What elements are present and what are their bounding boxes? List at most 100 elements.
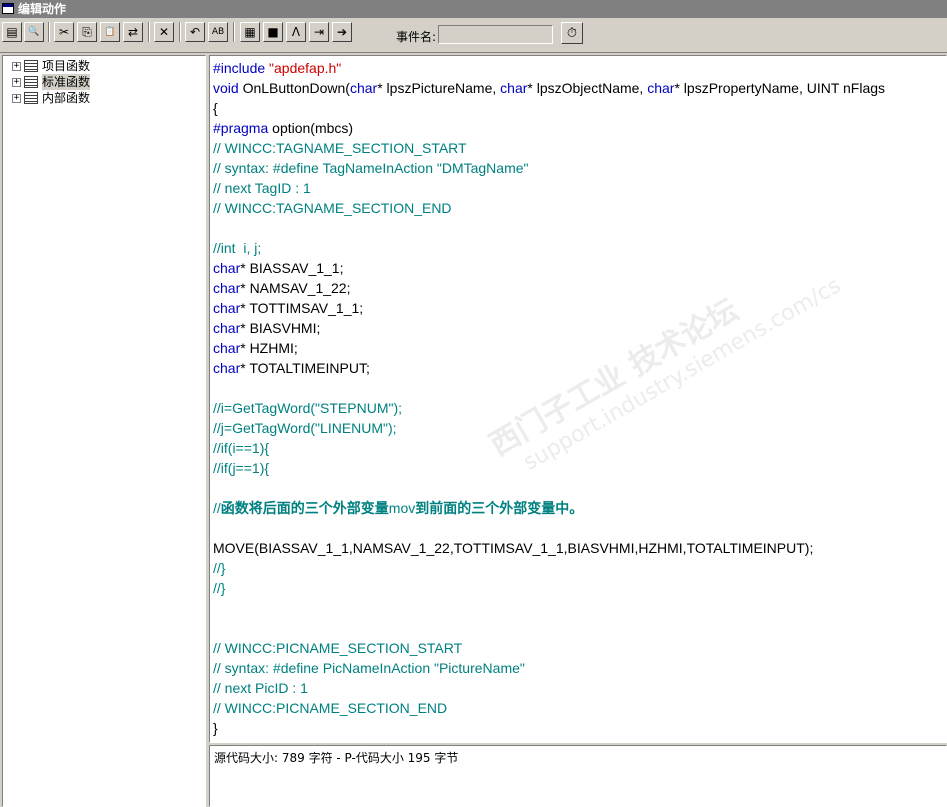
- code-line: //i=GetTagWord("STEPNUM");: [213, 398, 402, 418]
- code-line: MOVE(BIASSAV_1_1,NAMSAV_1_22,TOTTIMSAV_1…: [213, 538, 813, 558]
- code-line: // syntax: #define PicNameInAction "Pict…: [213, 658, 525, 678]
- tag-select-icon: ▦: [244, 25, 256, 39]
- code-token: * lpszObjectName,: [527, 80, 648, 96]
- code-token: * lpszPropertyName, UINT nFlags: [674, 80, 886, 96]
- code-token: char: [647, 80, 675, 96]
- abc-button[interactable]: AB: [208, 22, 228, 42]
- code-line: // next PicID : 1: [213, 678, 308, 698]
- tree-item[interactable]: + 内部函数: [12, 90, 90, 106]
- code-line: // WINCC:PICNAME_SECTION_END: [213, 698, 447, 718]
- delete-icon: ✕: [158, 25, 170, 39]
- library-icon: [24, 60, 38, 72]
- code-token: char: [213, 360, 241, 376]
- import-button[interactable]: ⇥: [309, 22, 329, 42]
- tree-item[interactable]: + 项目函数: [12, 58, 90, 74]
- find-icon: 🔍: [28, 27, 40, 37]
- code-token: //j=GetTagWord("LINENUM");: [213, 420, 397, 436]
- compile-icon: ▤: [6, 25, 18, 39]
- code-token: * HZHMI;: [240, 340, 298, 356]
- code-token: // WINCC:PICNAME_SECTION_START: [213, 640, 463, 656]
- code-token: //if(j==1){: [213, 460, 270, 476]
- toolbar-separator: [48, 22, 50, 42]
- code-line: char* HZHMI;: [213, 338, 298, 358]
- code-line: #include "apdefap.h": [213, 58, 341, 78]
- code-token: // WINCC:TAGNAME_SECTION_END: [213, 200, 452, 216]
- code-line: //}: [213, 578, 225, 598]
- code-line: //if(j==1){: [213, 458, 269, 478]
- tree-item-label: 标准函数: [42, 74, 91, 90]
- event-name-field[interactable]: [438, 25, 553, 44]
- event-name-label: 事件名:: [396, 30, 437, 44]
- export-icon: ➔: [336, 25, 348, 39]
- export-button[interactable]: ➔: [332, 22, 352, 42]
- undo-button[interactable]: ↶: [185, 22, 205, 42]
- code-line: {: [213, 98, 218, 118]
- code-token: * TOTALTIMEINPUT;: [240, 360, 370, 376]
- title-bar: 编辑动作: [0, 0, 947, 18]
- code-token: * BIASSAV_1_1;: [240, 260, 344, 276]
- code-line: // syntax: #define TagNameInAction "DMTa…: [213, 158, 529, 178]
- code-token: option(mbcs): [268, 120, 354, 136]
- code-token: //i=GetTagWord("STEPNUM");: [213, 400, 402, 416]
- function-tree[interactable]: + 项目函数 + 标准函数 + 内部函数: [2, 55, 206, 807]
- code-line: char* BIASVHMI;: [213, 318, 320, 338]
- properties-button[interactable]: Ʌ: [286, 22, 306, 42]
- code-line: //int i, j;: [213, 238, 261, 258]
- trigger-clock-icon: ⏱: [566, 25, 578, 41]
- code-token: // WINCC:PICNAME_SECTION_END: [213, 700, 448, 716]
- code-line: //j=GetTagWord("LINENUM");: [213, 418, 397, 438]
- code-line: //}: [213, 558, 225, 578]
- compile-button[interactable]: ▤: [2, 22, 22, 42]
- code-token: * lpszPictureName,: [377, 80, 501, 96]
- tree-item-label: 项目函数: [42, 59, 91, 73]
- window-title: 编辑动作: [18, 2, 67, 16]
- code-token: char: [213, 320, 241, 336]
- library-icon: [24, 92, 38, 104]
- code-token: //}: [213, 580, 226, 596]
- status-output: 源代码大小: 789 字符 - P-代码大小 195 字节: [209, 745, 947, 807]
- code-token: //}: [213, 560, 226, 576]
- source-size-status: 源代码大小: 789 字符 - P-代码大小 195 字节: [214, 751, 459, 765]
- code-token: {: [213, 100, 218, 116]
- code-line: // WINCC:TAGNAME_SECTION_START: [213, 138, 467, 158]
- code-line: // WINCC:TAGNAME_SECTION_END: [213, 198, 452, 218]
- code-token: }: [213, 720, 218, 736]
- code-token: char: [500, 80, 528, 96]
- code-line: char* NAMSAV_1_22;: [213, 278, 350, 298]
- event-trigger-button[interactable]: ⏱: [561, 22, 583, 44]
- expand-icon[interactable]: +: [12, 77, 21, 87]
- code-token: * NAMSAV_1_22;: [240, 280, 351, 296]
- delete-button[interactable]: ✕: [154, 22, 174, 42]
- code-editor[interactable]: #include "apdefap.h" void OnLButtonDown(c…: [209, 55, 947, 743]
- code-token: // next TagID : 1: [213, 180, 311, 196]
- code-line: // next TagID : 1: [213, 178, 311, 198]
- find-button[interactable]: 🔍: [24, 22, 44, 42]
- paste-button[interactable]: 📋: [100, 22, 120, 42]
- code-line: //if(i==1){: [213, 438, 269, 458]
- code-token: OnLButtonDown(: [238, 80, 350, 96]
- toolbar-separator: [148, 22, 150, 42]
- toolbar-separator: [179, 22, 181, 42]
- copy-button[interactable]: ⎘: [77, 22, 97, 42]
- undo-icon: ↶: [189, 25, 201, 39]
- code-token: char: [213, 300, 241, 316]
- code-token: char: [213, 340, 241, 356]
- expand-icon[interactable]: +: [12, 93, 21, 103]
- tag-select-button[interactable]: ▦: [240, 22, 260, 42]
- toolbar: ▤ 🔍 ✂ ⎘ 📋 ⇄ ✕ ↶ AB ▦ ■ Ʌ ⇥ ➔ 事件名: ⏱: [0, 18, 947, 53]
- code-token: char: [213, 260, 241, 276]
- code-token: char: [213, 280, 241, 296]
- code-line: #pragma option(mbcs): [213, 118, 353, 138]
- object-browser-button[interactable]: ■: [263, 22, 283, 42]
- object-browser-icon: ■: [267, 25, 279, 39]
- tree-item[interactable]: + 标准函数: [12, 74, 91, 90]
- code-token: 函数将后面的三个外部变量: [220, 500, 389, 516]
- code-token: // WINCC:TAGNAME_SECTION_START: [213, 140, 467, 156]
- code-token: //if(i==1){: [213, 440, 270, 456]
- code-line: char* TOTTIMSAV_1_1;: [213, 298, 363, 318]
- code-token: // syntax: #define TagNameInAction "DMTa…: [213, 160, 529, 176]
- replace-button[interactable]: ⇄: [123, 22, 143, 42]
- code-token: // next PicID : 1: [213, 680, 308, 696]
- expand-icon[interactable]: +: [12, 61, 21, 71]
- cut-button[interactable]: ✂: [54, 22, 74, 42]
